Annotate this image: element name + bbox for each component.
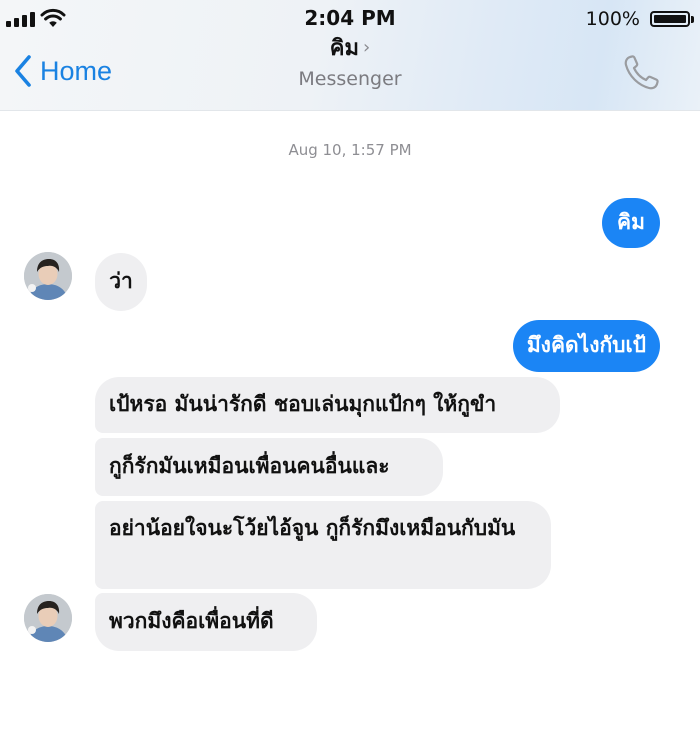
incoming-message[interactable]: พวกมึงคือเพื่อนที่ดี — [95, 593, 317, 651]
conversation-subtitle: Messenger — [298, 68, 402, 90]
incoming-message[interactable]: ว่า — [95, 253, 147, 311]
avatar[interactable] — [24, 594, 72, 642]
outgoing-message[interactable]: คิม — [602, 198, 660, 248]
message-timestamp: Aug 10, 1:57 PM — [288, 141, 412, 159]
profile-photo — [24, 594, 72, 642]
battery-percentage: 100% — [585, 8, 640, 30]
profile-photo — [24, 252, 72, 300]
incoming-message[interactable]: เป้หรอ มันน่ารักดี ชอบเล่นมุกแป้กๆ ให้กู… — [95, 377, 560, 433]
incoming-message[interactable]: อย่าน้อยใจนะโว้ยไอ้จูน กูก็รักมึงเหมือนก… — [95, 501, 551, 589]
incoming-message[interactable]: กูก็รักมันเหมือนเพื่อนคนอื่นและ — [95, 438, 443, 496]
contact-name: คิม — [329, 36, 359, 61]
navigation-header: 2:04 PM 100% Home คิม › Messenger — [0, 0, 700, 111]
phone-icon[interactable] — [620, 52, 662, 94]
battery-icon — [650, 11, 694, 27]
conversation-title[interactable]: คิม › — [0, 30, 700, 65]
avatar[interactable] — [24, 252, 72, 300]
status-bar: 2:04 PM 100% — [0, 4, 700, 32]
chevron-right-icon: › — [363, 37, 371, 58]
outgoing-message[interactable]: มึงคิดไงกับเป้ — [512, 320, 660, 372]
